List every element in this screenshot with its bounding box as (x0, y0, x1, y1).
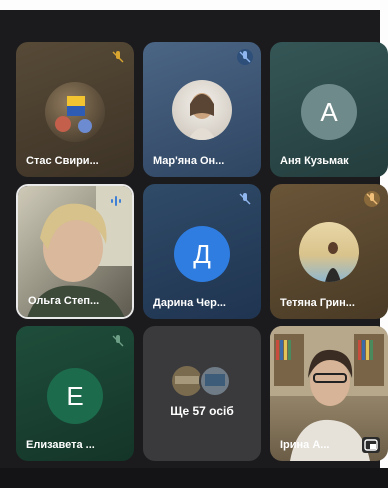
avatar (172, 80, 232, 140)
bottom-bar (0, 468, 388, 488)
mic-muted-icon (364, 191, 380, 207)
meeting-screen: Стас Свири... Мар'яна Он... A Аня Кузьма… (0, 0, 388, 488)
participant-name: Аня Кузьмак (280, 155, 349, 167)
top-edge (0, 0, 388, 10)
participant-name: Мар'яна Он... (153, 155, 225, 167)
participant-name: Елизавета ... (26, 439, 95, 451)
more-participants-tile[interactable]: Ще 57 осіб (143, 326, 261, 461)
mic-muted-icon (237, 49, 253, 65)
participant-name: Дарина Чер... (153, 297, 226, 309)
avatar: A (301, 84, 357, 140)
participant-tile-tetyana[interactable]: Тетяна Грин... (270, 184, 388, 319)
participant-tile-maryana[interactable]: Мар'яна Он... (143, 42, 261, 177)
participant-tile-olga[interactable]: Ольга Степ... (16, 184, 134, 319)
participant-tile-stas[interactable]: Стас Свири... (16, 42, 134, 177)
avatar (45, 82, 105, 142)
mic-muted-icon (110, 333, 126, 349)
participant-name: Тетяна Грин... (280, 297, 355, 309)
mic-muted-icon (237, 191, 253, 207)
mic-muted-icon (110, 49, 126, 65)
participant-name: Ольга Степ... (28, 295, 100, 307)
speaking-icon (110, 194, 124, 208)
avatar: E (47, 368, 103, 424)
avatar (299, 222, 359, 282)
avatar-stack (167, 364, 237, 398)
participant-tile-elyzaveta[interactable]: E Елизавета ... (16, 326, 134, 461)
more-participants-label: Ще 57 осіб (170, 404, 234, 418)
participant-tile-iryna[interactable]: Ірина А... (270, 326, 388, 461)
participant-tile-daryna[interactable]: Д Дарина Чер... (143, 184, 261, 319)
avatar: Д (174, 226, 230, 282)
participant-tile-anya[interactable]: A Аня Кузьмак (270, 42, 388, 177)
picture-in-picture-icon[interactable] (362, 437, 380, 453)
participant-name: Стас Свири... (26, 155, 99, 167)
